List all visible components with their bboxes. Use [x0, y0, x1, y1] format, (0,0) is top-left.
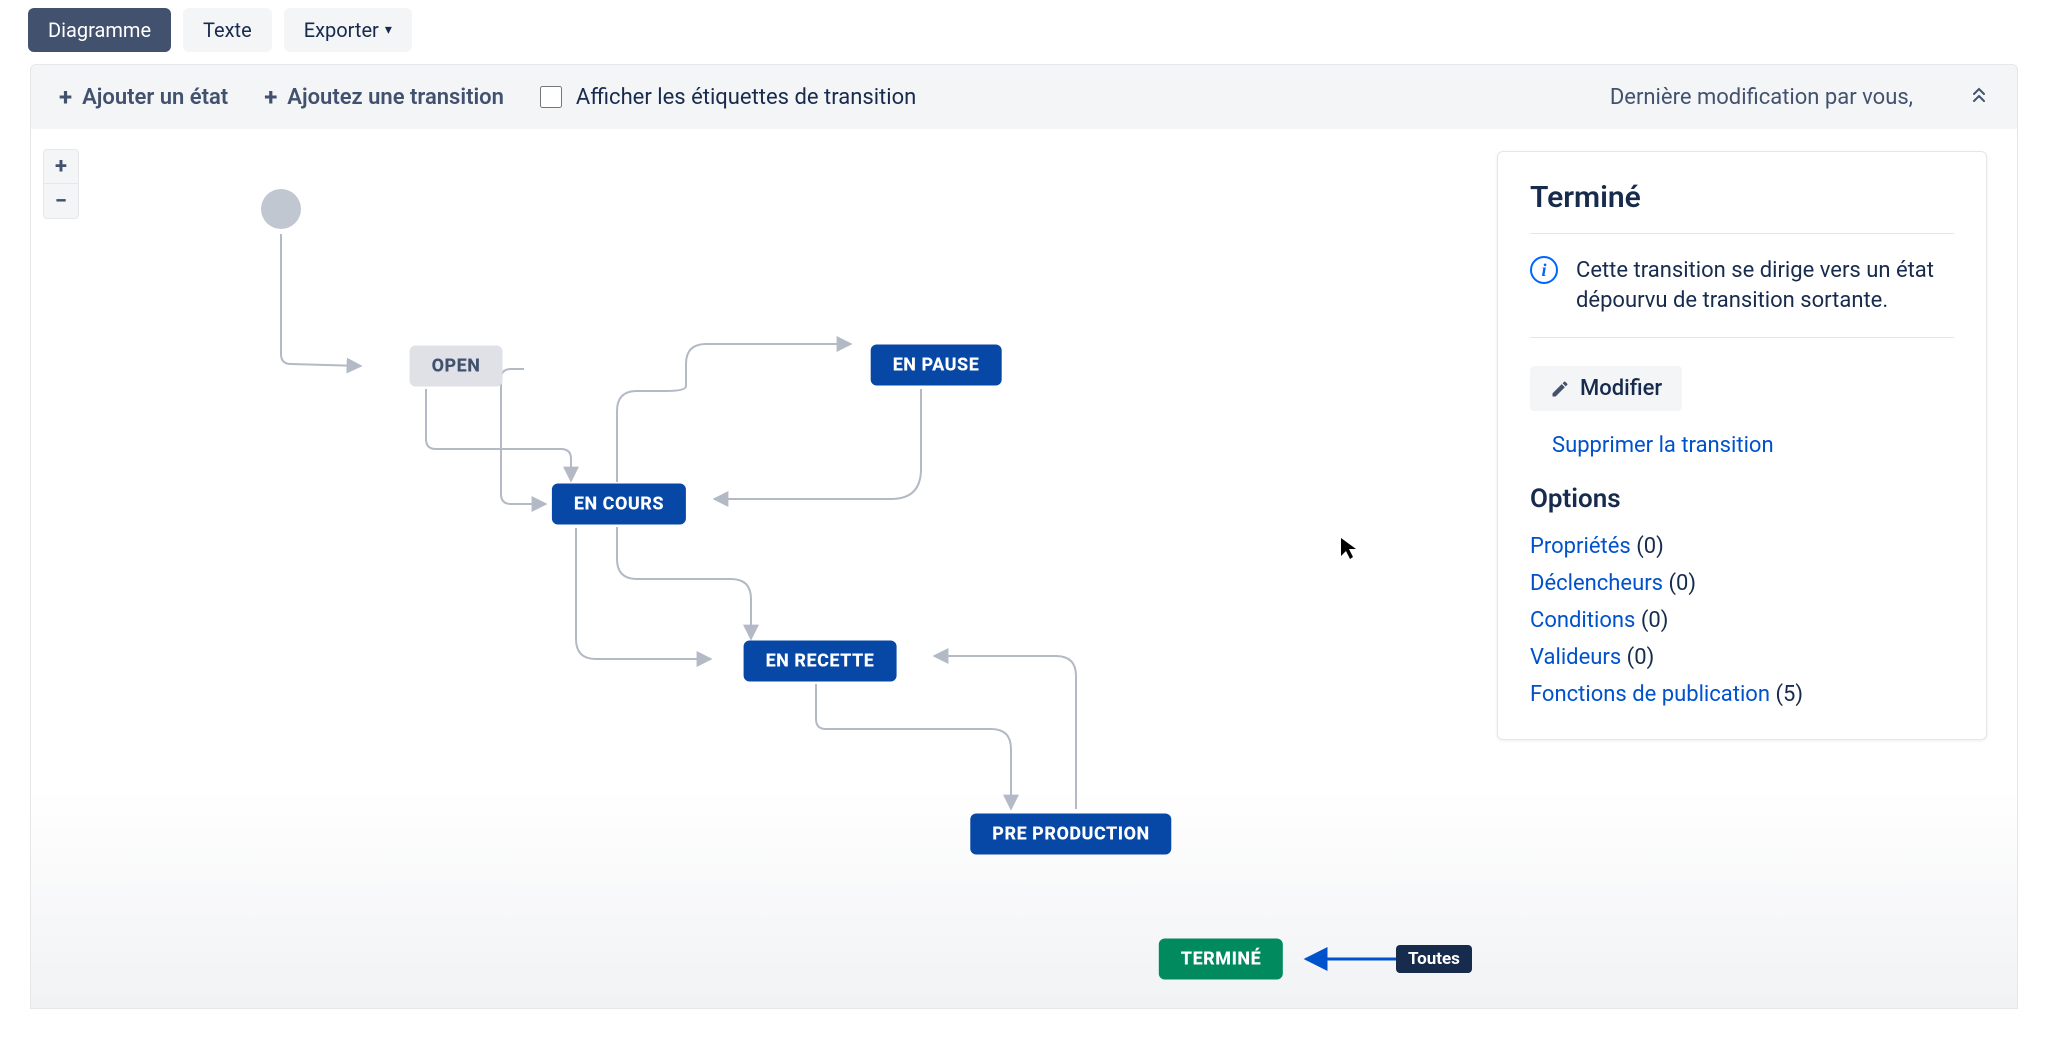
state-open[interactable]: OPEN	[410, 346, 503, 387]
add-state-label: Ajouter un état	[82, 85, 228, 110]
tab-text[interactable]: Texte	[183, 8, 272, 52]
transition-details-panel: Terminé i Cette transition se dirige ver…	[1497, 151, 1987, 740]
state-termine[interactable]: TERMINÉ	[1159, 939, 1283, 980]
add-transition-button[interactable]: + Ajoutez une transition	[264, 83, 504, 111]
show-labels-text: Afficher les étiquettes de transition	[576, 85, 916, 110]
show-labels-checkbox[interactable]	[540, 86, 562, 108]
option-validators-count: (0)	[1627, 645, 1655, 670]
state-pre-production[interactable]: PRE PRODUCTION	[970, 814, 1171, 855]
info-icon: i	[1530, 256, 1558, 284]
cursor-icon	[1338, 536, 1362, 560]
tab-export-label: Exporter	[304, 18, 379, 42]
pencil-icon	[1550, 379, 1570, 399]
option-triggers-count: (0)	[1669, 571, 1697, 596]
panel-info: i Cette transition se dirige vers un éta…	[1530, 234, 1954, 338]
tab-diagram[interactable]: Diagramme	[28, 8, 171, 52]
add-state-button[interactable]: + Ajouter un état	[59, 83, 228, 111]
last-modified-text: Dernière modification par vous,	[1610, 85, 1913, 110]
add-transition-label: Ajoutez une transition	[287, 85, 504, 110]
collapse-icon[interactable]	[1969, 85, 1989, 110]
edit-transition-button[interactable]: Modifier	[1530, 366, 1682, 411]
start-node[interactable]	[261, 189, 301, 229]
tab-row: Diagramme Texte Exporter ▾	[0, 0, 2048, 64]
state-en-recette[interactable]: EN RECETTE	[744, 641, 897, 682]
panel-title: Terminé	[1530, 180, 1954, 234]
workflow-toolbar: + Ajouter un état + Ajoutez une transiti…	[30, 64, 2018, 129]
workflow-canvas-wrapper: + −	[30, 129, 2018, 1009]
plus-icon: +	[59, 83, 72, 111]
options-heading: Options	[1530, 484, 1954, 514]
option-validators[interactable]: Valideurs	[1530, 645, 1621, 670]
option-properties-count: (0)	[1636, 534, 1664, 559]
plus-icon: +	[264, 83, 277, 111]
option-post-functions-count: (5)	[1775, 682, 1803, 707]
transition-label-toutes[interactable]: Toutes	[1396, 945, 1472, 973]
edit-button-label: Modifier	[1580, 376, 1662, 401]
state-en-cours[interactable]: EN COURS	[552, 484, 686, 525]
chevron-down-icon: ▾	[385, 22, 392, 38]
option-triggers[interactable]: Déclencheurs	[1530, 571, 1663, 596]
options-list: Propriétés (0) Déclencheurs (0) Conditio…	[1530, 528, 1954, 713]
option-conditions-count: (0)	[1641, 608, 1669, 633]
option-conditions[interactable]: Conditions	[1530, 608, 1635, 633]
option-properties[interactable]: Propriétés	[1530, 534, 1631, 559]
option-post-functions[interactable]: Fonctions de publication	[1530, 682, 1770, 707]
state-en-pause[interactable]: EN PAUSE	[871, 345, 1002, 386]
show-labels-toggle[interactable]: Afficher les étiquettes de transition	[540, 85, 916, 110]
tab-export[interactable]: Exporter ▾	[284, 8, 412, 52]
panel-info-text: Cette transition se dirige vers un état …	[1576, 256, 1954, 315]
delete-transition-link[interactable]: Supprimer la transition	[1552, 433, 1954, 458]
